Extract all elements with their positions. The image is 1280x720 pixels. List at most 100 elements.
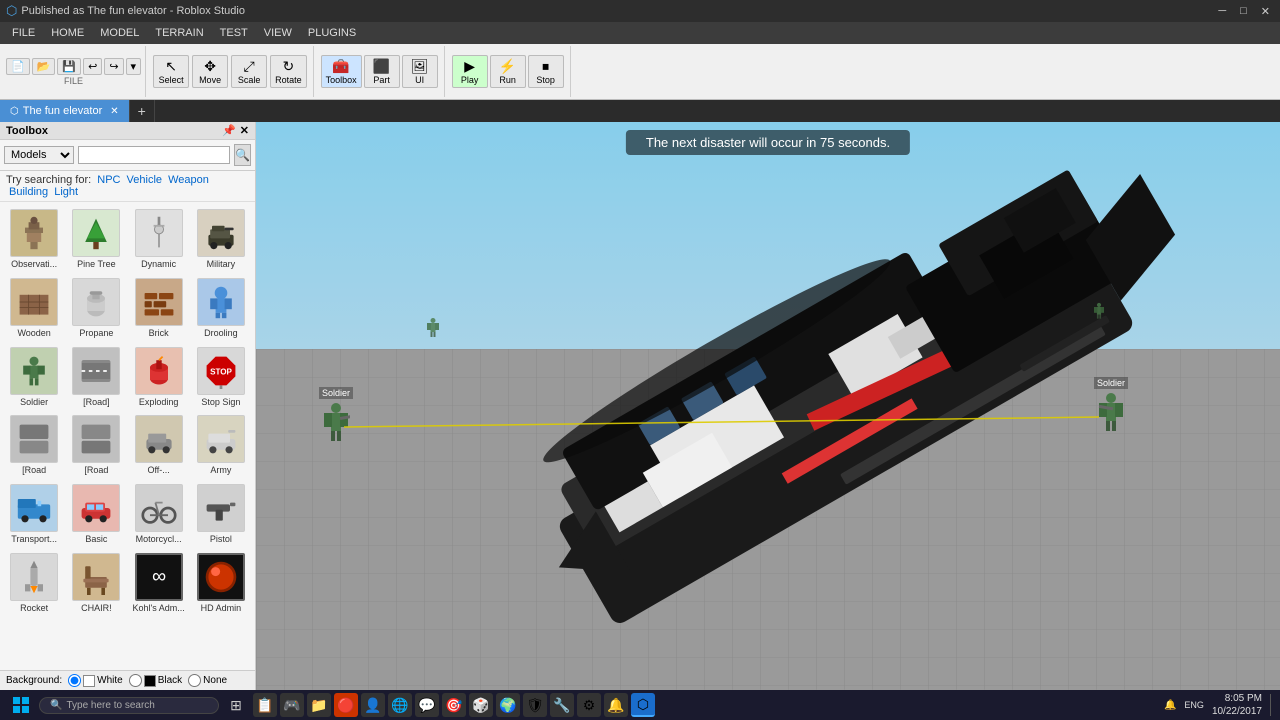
model-rocket[interactable]: Rocket: [4, 550, 64, 617]
taskbar-notif-icon[interactable]: 🔔: [1164, 700, 1176, 711]
tab-main[interactable]: ⬡ The fun elevator ✕: [0, 100, 130, 122]
taskbar-app-10[interactable]: 🌍: [496, 693, 520, 717]
menu-model[interactable]: MODEL: [92, 25, 147, 41]
taskbar-show-desktop[interactable]: [1270, 694, 1274, 716]
stop-btn[interactable]: ⏹Stop: [528, 55, 564, 88]
bg-white-option[interactable]: White: [68, 674, 123, 687]
suggestion-vehicle[interactable]: Vehicle: [127, 174, 162, 186]
model-military[interactable]: Military: [191, 206, 251, 273]
toolbox-background-row: Background: White Black None: [0, 670, 255, 690]
toolbox-btn[interactable]: 🧰Toolbox: [321, 55, 362, 88]
model-exploding[interactable]: Exploding: [129, 344, 189, 411]
model-road3[interactable]: [Road: [66, 412, 126, 479]
background-label: Background:: [6, 675, 62, 686]
model-stop-sign[interactable]: STOP Stop Sign: [191, 344, 251, 411]
move-btn[interactable]: ✥Move: [192, 55, 228, 88]
menu-terrain[interactable]: TERRAIN: [147, 25, 211, 41]
close-button[interactable]: ✕: [1257, 5, 1274, 18]
taskbar-app-8[interactable]: 🎯: [442, 693, 466, 717]
taskbar-app-12[interactable]: 🔧: [550, 693, 574, 717]
taskbar-app-2[interactable]: 🎮: [280, 693, 304, 717]
model-road[interactable]: [Road]: [66, 344, 126, 411]
minimize-button[interactable]: ─: [1214, 5, 1230, 18]
toolbox-close-btn[interactable]: ✕: [240, 124, 249, 137]
select-btn[interactable]: ↖Select: [153, 55, 189, 88]
model-stop-sign-label: Stop Sign: [201, 397, 240, 408]
model-pistol[interactable]: Pistol: [191, 481, 251, 548]
ribbon-open-btn[interactable]: 📂: [32, 58, 56, 75]
model-dynamic-label: Dynamic: [141, 259, 176, 270]
suggestion-light[interactable]: Light: [54, 186, 78, 198]
model-offroad[interactable]: Off-...: [129, 412, 189, 479]
rotate-btn[interactable]: ↻Rotate: [270, 55, 307, 88]
bg-white-radio[interactable]: [68, 674, 81, 687]
tab-close-button[interactable]: ✕: [110, 106, 118, 117]
model-chair[interactable]: CHAIR!: [66, 550, 126, 617]
bg-black-radio[interactable]: [129, 674, 142, 687]
model-transport[interactable]: Transport...: [4, 481, 64, 548]
ribbon-extra-btn[interactable]: ▾: [126, 58, 142, 75]
taskbar-app-6[interactable]: 🌐: [388, 693, 412, 717]
model-road2[interactable]: [Road: [4, 412, 64, 479]
part-btn[interactable]: ⬛Part: [364, 55, 400, 88]
menu-plugins[interactable]: PLUGINS: [300, 25, 364, 41]
soldier-right: Soldier: [1094, 377, 1128, 439]
maximize-button[interactable]: □: [1236, 5, 1251, 18]
model-army-label: Army: [210, 465, 231, 476]
toolbox-pin-btn[interactable]: 📌: [222, 124, 236, 137]
model-dynamic[interactable]: Dynamic: [129, 206, 189, 273]
viewport[interactable]: Soldier Soldier: [256, 122, 1280, 690]
tab-new[interactable]: +: [130, 100, 155, 122]
ui-btn[interactable]: 🖼UI: [402, 55, 438, 88]
suggestion-npc[interactable]: NPC: [97, 174, 120, 186]
taskbar: 🔍 Type here to search ⊞ 📋 🎮 📁 🔴 👤 🌐 💬 🎯 …: [0, 690, 1280, 720]
taskbar-app-5[interactable]: 👤: [361, 693, 385, 717]
suggestion-weapon[interactable]: Weapon: [168, 174, 209, 186]
bg-black-option[interactable]: Black: [129, 674, 182, 687]
run-btn[interactable]: ⚡Run: [490, 55, 526, 88]
taskbar-app-11[interactable]: 🛡: [523, 693, 547, 717]
ribbon-undo-btn[interactable]: ↩: [83, 58, 102, 75]
taskbar-app-7[interactable]: 💬: [415, 693, 439, 717]
menu-file[interactable]: FILE: [4, 25, 43, 41]
taskbar-app-1[interactable]: 📋: [253, 693, 277, 717]
menu-view[interactable]: VIEW: [256, 25, 300, 41]
taskbar-app-4[interactable]: 🔴: [334, 693, 358, 717]
task-view-button[interactable]: ⊞: [222, 691, 250, 719]
taskbar-app-13[interactable]: ⚙: [577, 693, 601, 717]
model-kohls-admin[interactable]: ∞ Kohl's Adm...: [129, 550, 189, 617]
search-button[interactable]: 🔍: [234, 144, 251, 166]
menu-test[interactable]: TEST: [212, 25, 256, 41]
model-wooden[interactable]: Wooden: [4, 275, 64, 342]
play-btn[interactable]: ▶Play: [452, 55, 488, 88]
bg-none-radio[interactable]: [188, 674, 201, 687]
taskbar-app-14[interactable]: 🔔: [604, 693, 628, 717]
model-hd-admin[interactable]: HD Admin: [191, 550, 251, 617]
model-army[interactable]: Army: [191, 412, 251, 479]
models-dropdown[interactable]: Models Decals Audio Meshes Plugins: [4, 146, 74, 164]
ribbon-save-btn[interactable]: 💾: [57, 58, 81, 75]
model-observati[interactable]: Observati...: [4, 206, 64, 273]
taskbar-app-9[interactable]: 🎲: [469, 693, 493, 717]
model-pine-tree[interactable]: Pine Tree: [66, 206, 126, 273]
model-basic[interactable]: Basic: [66, 481, 126, 548]
model-motorcycle[interactable]: Motorcycl...: [129, 481, 189, 548]
ribbon-redo-btn[interactable]: ↪: [104, 58, 123, 75]
start-button[interactable]: [6, 691, 36, 719]
model-propane[interactable]: Propane: [66, 275, 126, 342]
suggestion-building[interactable]: Building: [9, 186, 48, 198]
taskbar-lang-icon[interactable]: ENG: [1184, 700, 1204, 710]
bg-none-option[interactable]: None: [188, 674, 227, 687]
ribbon-new-btn[interactable]: 📄: [6, 58, 30, 75]
toolbox-search-input[interactable]: [78, 146, 230, 164]
model-drooling[interactable]: Drooling: [191, 275, 251, 342]
menu-home[interactable]: HOME: [43, 25, 92, 41]
model-soldier[interactable]: Soldier: [4, 344, 64, 411]
roblox-studio-taskbar[interactable]: ⬡: [631, 693, 655, 717]
taskbar-search[interactable]: 🔍 Type here to search: [39, 697, 219, 714]
scale-btn[interactable]: ⤢Scale: [231, 55, 267, 88]
model-brick[interactable]: Brick: [129, 275, 189, 342]
bg-black-label: Black: [158, 675, 182, 686]
taskbar-app-3[interactable]: 📁: [307, 693, 331, 717]
model-pistol-label: Pistol: [210, 534, 232, 545]
